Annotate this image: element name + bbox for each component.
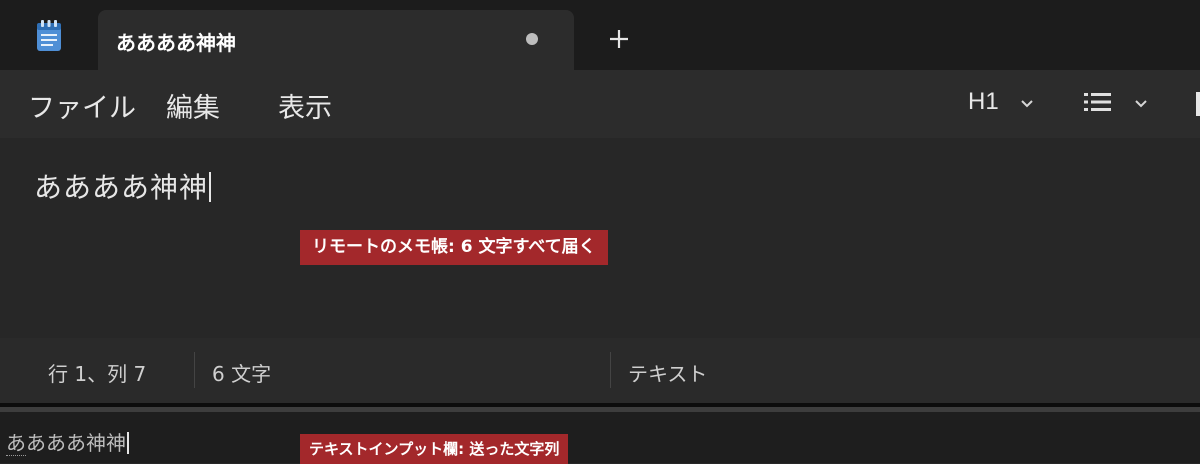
heading-label: H1	[968, 88, 999, 115]
input-caret	[127, 432, 129, 454]
status-divider	[610, 352, 611, 388]
list-dropdown[interactable]	[1082, 88, 1162, 118]
menu-view[interactable]: 表示	[278, 86, 332, 125]
status-divider	[194, 352, 195, 388]
input-ime-char: あ	[6, 431, 26, 456]
chevron-down-icon	[1021, 100, 1033, 108]
status-bar: 行 1、列 7 6 文字 テキスト	[0, 338, 1200, 403]
tab-title: ああああ神神	[116, 31, 236, 55]
cursor-position[interactable]: 行 1、列 7	[48, 358, 146, 387]
new-tab-plus-icon[interactable]	[604, 24, 634, 54]
title-bar: ああああ神神	[0, 0, 1200, 70]
editor-text: ああああ神神	[34, 171, 209, 204]
menu-bar: ファイル 編集 表示 H1	[0, 70, 1200, 138]
unsaved-dot-icon[interactable]	[526, 33, 538, 45]
heading-dropdown[interactable]: H1	[968, 88, 1048, 118]
chevron-down-icon	[1135, 100, 1147, 108]
character-count[interactable]: 6 文字	[212, 358, 271, 387]
document-tab[interactable]: ああああ神神	[98, 10, 574, 70]
annotation-label: テキストインプット欄: 送った文字列	[300, 434, 569, 464]
bullet-list-icon	[1084, 93, 1111, 111]
editor-content[interactable]: ああああ神神	[34, 166, 212, 206]
toolbar-overflow-edge	[1196, 92, 1200, 116]
text-input-panel: ああああ神神 テキストインプット欄: 送った文字列	[0, 407, 1200, 464]
menu-file[interactable]: ファイル	[28, 86, 136, 125]
notepad-app-icon	[37, 20, 61, 51]
text-format[interactable]: テキスト	[628, 358, 707, 387]
menu-edit[interactable]: 編集	[166, 86, 220, 125]
text-caret	[209, 172, 212, 202]
input-text: あああ神神	[26, 431, 126, 455]
text-input-field[interactable]: ああああ神神	[6, 427, 129, 456]
annotation-label: リモートのメモ帳: 6 文字すべて届く	[300, 230, 608, 265]
editor-area[interactable]: ああああ神神 リモートのメモ帳: 6 文字すべて届く	[0, 138, 1200, 338]
